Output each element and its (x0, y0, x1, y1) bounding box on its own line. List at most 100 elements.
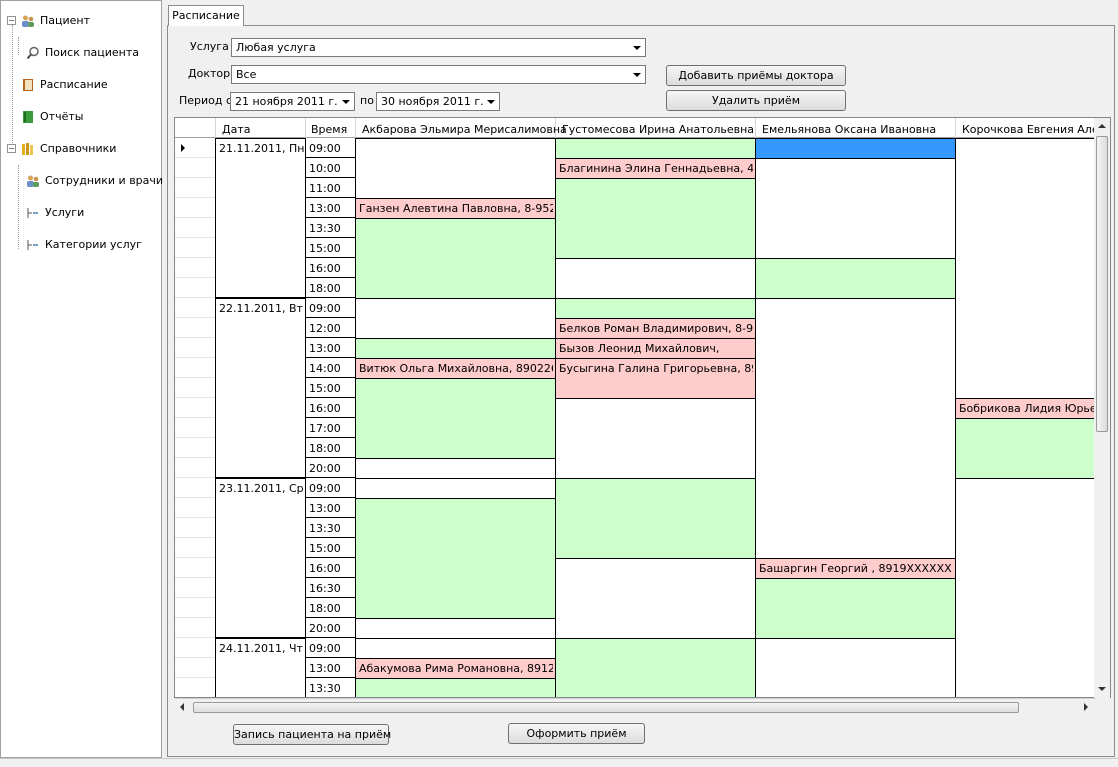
register-appointment-button[interactable]: Оформить приём (508, 723, 645, 744)
add-doctor-appointments-button[interactable]: Добавить приёмы доктора (666, 65, 846, 86)
tree-line (18, 37, 19, 55)
appointment-slot-empty[interactable] (555, 258, 756, 299)
time-cell: 13:00 (309, 202, 341, 215)
time-cell: 13:00 (309, 342, 341, 355)
collapse-patient-toggle[interactable]: − (7, 16, 16, 25)
time-cell: 10:00 (309, 162, 341, 175)
column-header-date: Дата (222, 123, 250, 136)
appointment-patient-label: Благинина Элина Геннадьевна, 45-... (559, 162, 776, 175)
schedule-grid-canvas: Дата Время Акбарова Эльмира МерисалимовнаГ… (175, 118, 1110, 697)
tree-item-label: Категории услуг (45, 238, 142, 251)
tree-item-label: Отчёты (40, 110, 84, 123)
tree-line (18, 165, 19, 249)
appointment-slot-empty[interactable] (755, 158, 956, 259)
appointment-slot-selected[interactable] (755, 138, 956, 159)
appointment-patient-label: Витюк Ольга Михайловна, 8902260... (359, 362, 575, 375)
users-icon (26, 174, 40, 188)
service-label: Услуга (190, 40, 229, 53)
appointment-slot-empty[interactable] (355, 618, 556, 639)
time-cell: 15:00 (309, 542, 341, 555)
appointment-slot-free[interactable] (555, 138, 756, 159)
schedule-grid[interactable]: Дата Время Акбарова Эльмира Мерисалимовна Г… (174, 117, 1111, 698)
appointment-slot-free[interactable] (355, 678, 556, 698)
doctor-label: Доктор (188, 67, 231, 80)
tree-item-patient[interactable]: Пациент (21, 12, 90, 30)
appointment-patient-label: Башаргин Георгий , 8919ХХХХХХ м... (759, 562, 974, 575)
appointment-slot-free[interactable] (355, 218, 556, 299)
time-cell: 09:00 (309, 482, 341, 495)
appointment-slot-empty[interactable] (355, 298, 556, 339)
scroll-down-icon[interactable] (1098, 687, 1106, 691)
service-select[interactable]: Любая услуга (231, 38, 646, 57)
time-cell: 12:00 (309, 322, 341, 335)
time-cell: 13:30 (309, 522, 341, 535)
appointment-slot-empty[interactable] (355, 478, 556, 499)
appointment-slot-empty[interactable] (955, 138, 1111, 399)
tree-item-services[interactable]: Услуги (26, 204, 84, 222)
period-from-value: 21 ноября 2011 г. (235, 95, 338, 108)
book-patient-button[interactable]: Запись пациента на приём (233, 724, 391, 745)
appointment-slot-empty[interactable] (355, 458, 556, 479)
period-from-label: Период с (179, 94, 233, 107)
time-cell: 09:00 (309, 142, 341, 155)
period-to-date-picker[interactable]: 30 ноября 2011 г. (376, 92, 500, 111)
appointment-slot-free[interactable] (355, 378, 556, 459)
vertical-scroll-thumb[interactable] (1096, 136, 1108, 432)
date-cell[interactable] (215, 478, 306, 638)
appointment-slot-free[interactable] (555, 178, 756, 259)
chevron-down-icon (633, 46, 641, 50)
scroll-right-icon[interactable] (1084, 703, 1088, 711)
appointment-slot-free[interactable] (955, 418, 1111, 479)
tree-item-label: Расписание (40, 78, 108, 91)
tree-item-reports[interactable]: Отчёты (21, 108, 83, 126)
time-cell: 20:00 (309, 462, 341, 475)
time-cell: 14:00 (309, 362, 341, 375)
doctor-select[interactable]: Все (231, 65, 646, 84)
appointment-slot-free[interactable] (555, 298, 756, 319)
tree-item-schedule[interactable]: Расписание (21, 76, 108, 94)
date-cell-label: 22.11.2011, Вт (219, 302, 304, 315)
time-cell: 16:00 (309, 402, 341, 415)
column-header-doctor: Корочкова Евгения Алекс (962, 123, 1110, 136)
appointment-slot-empty[interactable] (355, 638, 556, 659)
service-select-value: Любая услуга (236, 41, 316, 54)
appointment-slot-free[interactable] (355, 338, 556, 359)
tree-item-label: Справочники (40, 142, 117, 155)
tree-item-references[interactable]: Справочники (21, 140, 116, 158)
delete-appointment-button[interactable]: Удалить приём (666, 90, 846, 111)
period-from-date-picker[interactable]: 21 ноября 2011 г. (230, 92, 355, 111)
appointment-slot-free[interactable] (355, 498, 556, 619)
scroll-up-icon[interactable] (1098, 124, 1106, 128)
tree-item-patient-search[interactable]: Поиск пациента (26, 44, 139, 62)
horizontal-scroll-thumb[interactable] (193, 702, 1019, 713)
appointment-slot-empty[interactable] (755, 298, 956, 559)
scroll-left-icon[interactable] (180, 703, 184, 711)
appointment-slot-free[interactable] (755, 578, 956, 639)
tab-schedule[interactable]: Расписание (168, 5, 244, 26)
notebook-icon (21, 78, 35, 92)
vertical-scrollbar[interactable] (1094, 118, 1110, 698)
appointment-slot-empty[interactable] (555, 398, 756, 479)
date-cell[interactable] (215, 298, 306, 478)
collapse-references-toggle[interactable]: − (7, 144, 16, 153)
appointment-slot-empty[interactable] (555, 558, 756, 639)
date-cell[interactable] (215, 138, 306, 298)
appointment-patient-label: Бусыгина Галина Григорьевна, 891... (559, 362, 776, 375)
list-icon (26, 206, 40, 220)
tree-item-service-categories[interactable]: Категории услуг (26, 236, 142, 254)
time-cell: 16:30 (309, 582, 341, 595)
magnifier-icon (26, 46, 40, 60)
time-cell: 17:00 (309, 422, 341, 435)
appointment-slot-free[interactable] (555, 638, 756, 698)
appointment-slot-free[interactable] (555, 478, 756, 559)
appointment-slot-empty[interactable] (755, 638, 956, 698)
horizontal-scrollbar[interactable] (175, 698, 1096, 716)
time-cell: 13:00 (309, 502, 341, 515)
tree-item-staff[interactable]: Сотрудники и врачи (26, 172, 163, 190)
column-header-doctor: Акбарова Эльмира Мерисалимовна (362, 123, 567, 136)
appointment-slot-empty[interactable] (355, 138, 556, 199)
appointment-patient-label: Бобрикова Лидия Юрьевна (959, 402, 1110, 415)
appointment-slot-empty[interactable] (955, 478, 1111, 698)
appointment-slot-free[interactable] (755, 258, 956, 299)
chevron-down-icon (633, 73, 641, 77)
